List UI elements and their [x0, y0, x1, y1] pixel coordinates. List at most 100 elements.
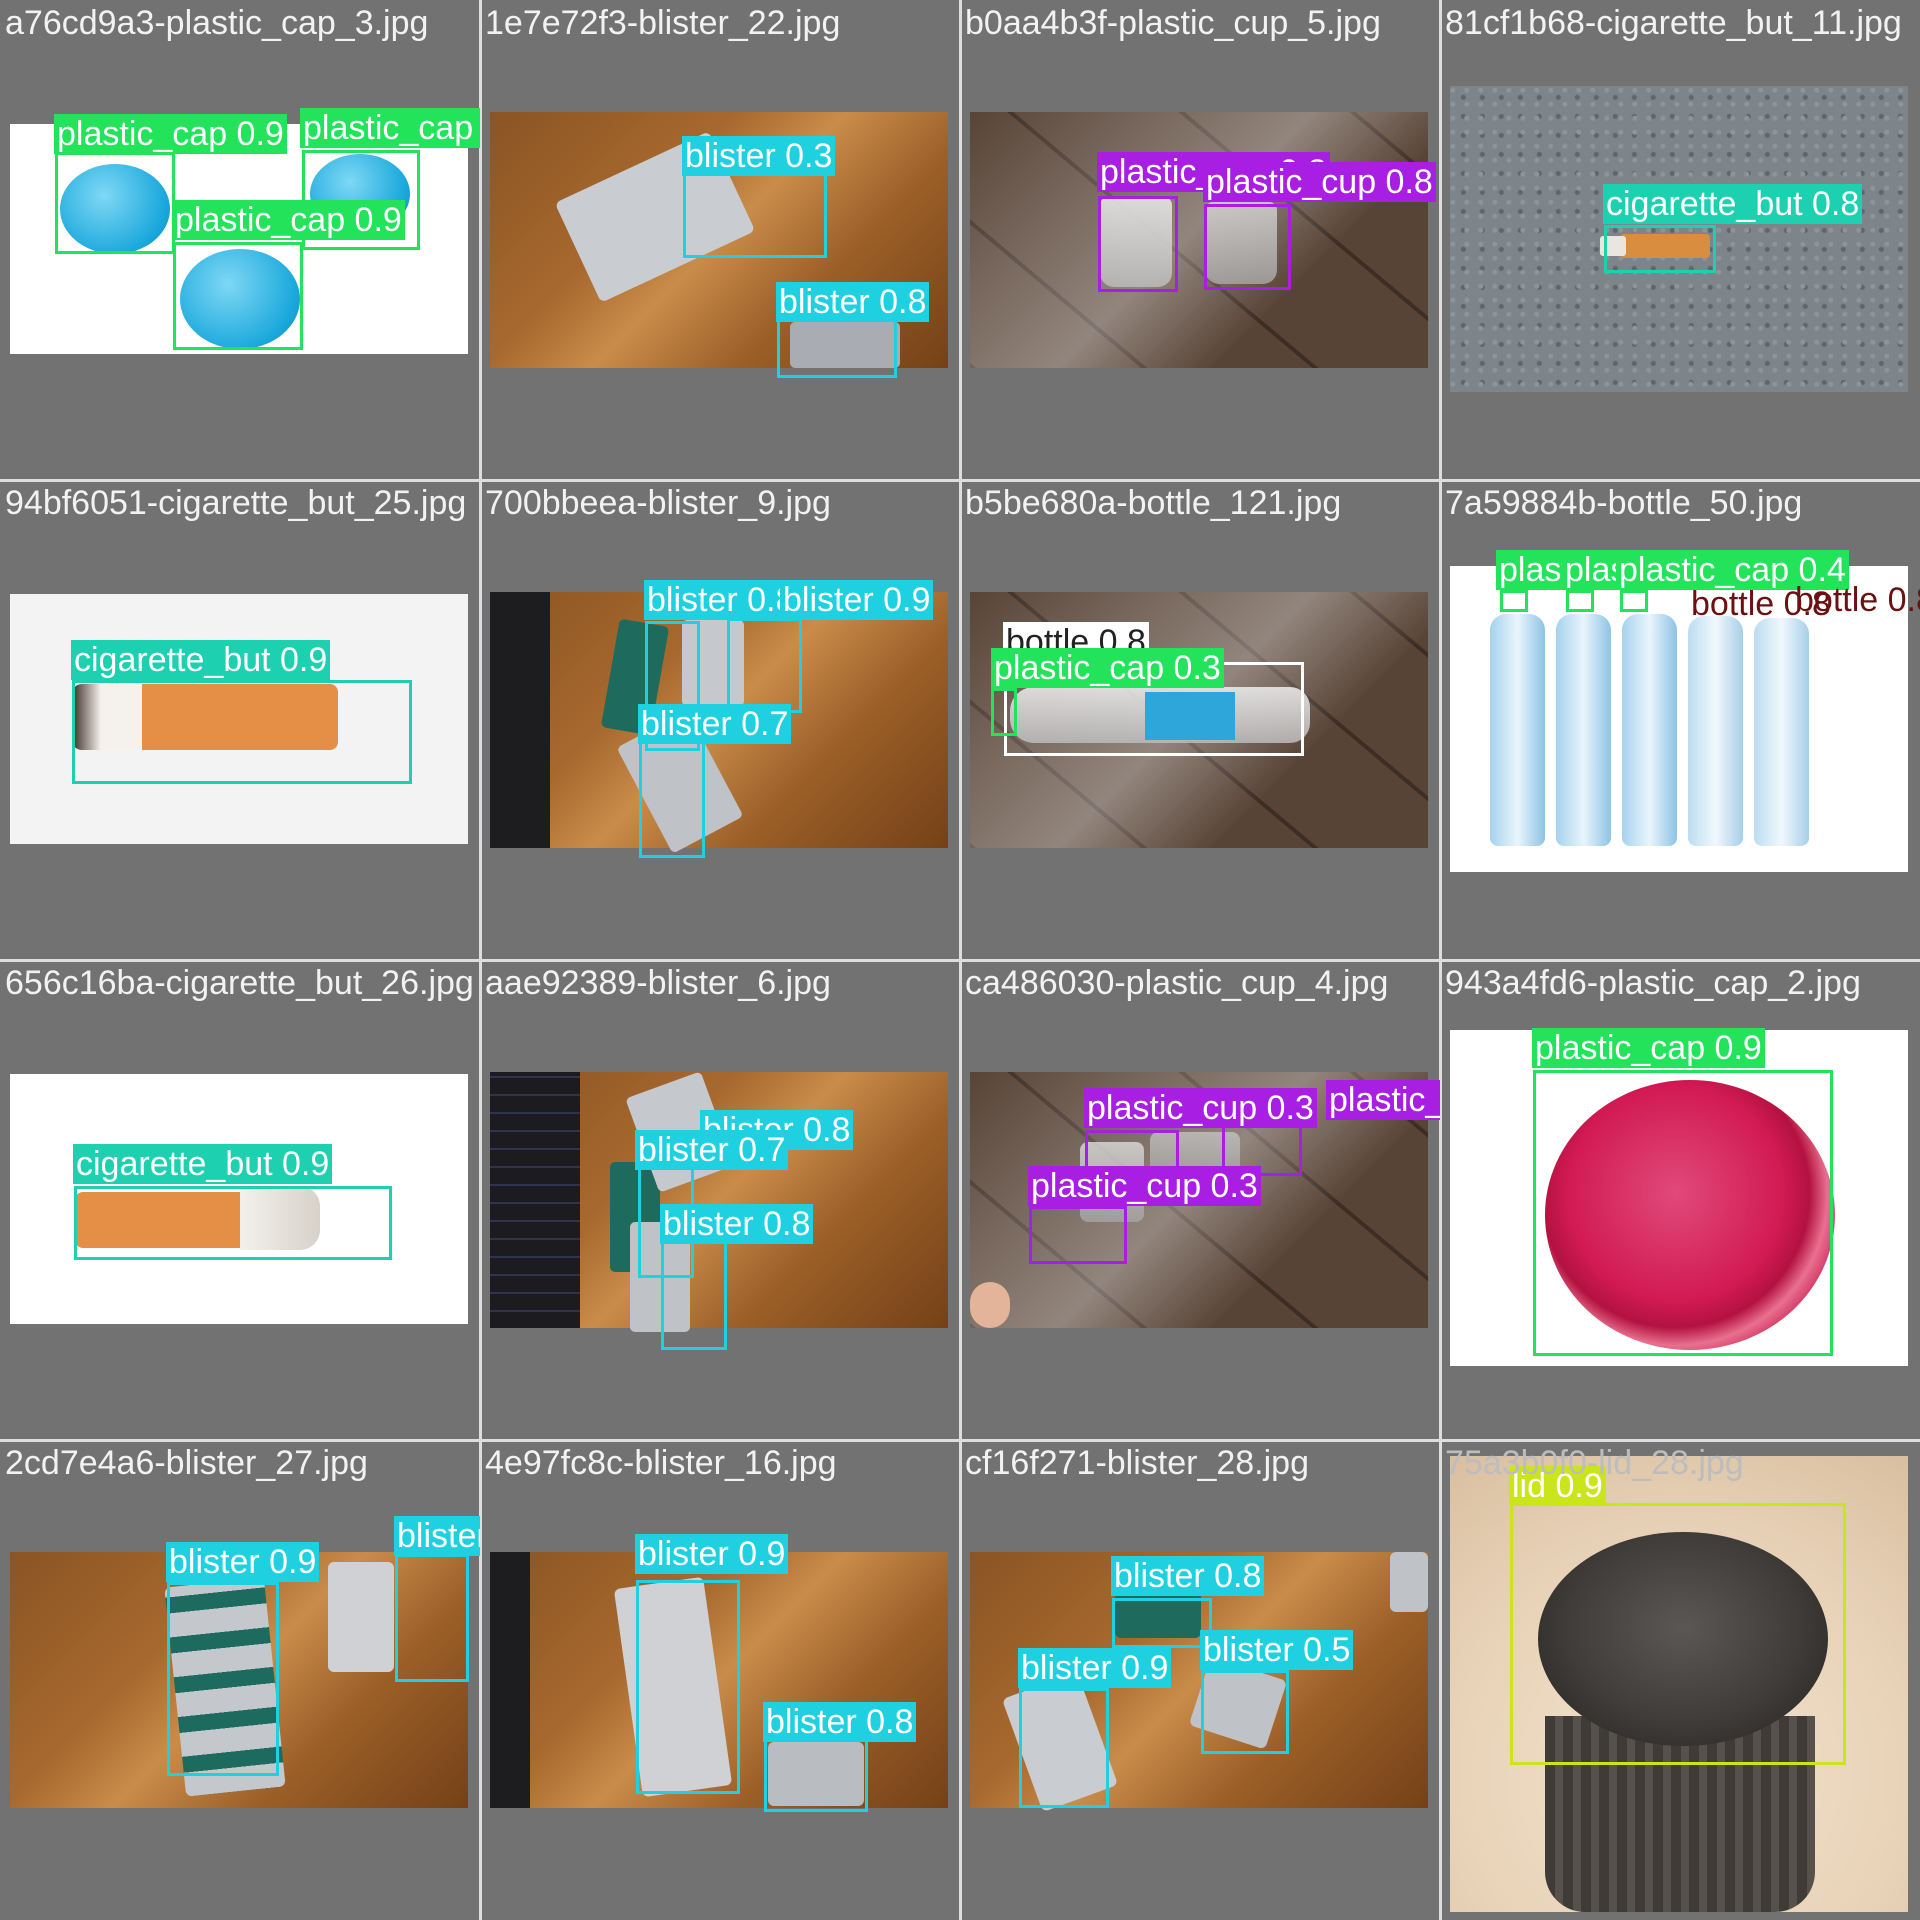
tile-plastic-cap-3: a76cd9a3-plastic_cap_3.jpg plastic_cap 0… — [0, 0, 480, 480]
tile-photo — [970, 112, 1428, 368]
bbox-blister — [1019, 1688, 1109, 1808]
bbox-label: plastic_cap 0.9 — [1532, 1028, 1765, 1068]
tile-filename: 943a4fd6-plastic_cap_2.jpg — [1445, 964, 1861, 1002]
bbox-label: plastic_cup 0.8 — [1203, 162, 1436, 202]
keyboard-shape — [490, 1072, 580, 1328]
bbox-blister — [639, 740, 705, 858]
tile-bottle-50: 7a59884b-bottle_50.jpg plastic_cap plast… — [1440, 480, 1920, 960]
bbox-label: blister 0.5 — [1200, 1630, 1354, 1670]
tile-plastic-cup-5: b0aa4b3f-plastic_cup_5.jpg plastic_cup 0… — [960, 0, 1440, 480]
tile-blister-28: cf16f271-blister_28.jpg blister 0.8 blis… — [960, 1440, 1440, 1920]
tile-filename: cf16f271-blister_28.jpg — [965, 1444, 1310, 1482]
bbox-label: blister 0.9 — [780, 580, 934, 620]
tile-blister-22: 1e7e72f3-blister_22.jpg blister 0.3 blis… — [480, 0, 960, 480]
bbox-label: plastic_cup 0.5 — [1326, 1080, 1440, 1120]
bbox-blister — [661, 1240, 727, 1350]
bbox-plastic-cap — [55, 152, 175, 254]
bbox-label: blister 0.7 — [635, 1130, 789, 1170]
bbox-cigarette-but — [74, 1186, 392, 1260]
tile-blister-27: 2cd7e4a6-blister_27.jpg blister 0.9 blis… — [0, 1440, 480, 1920]
bbox-label: plastic_cap 0.3 — [991, 648, 1224, 688]
bbox-plastic-cap — [1566, 590, 1594, 612]
tile-filename: 656c16ba-cigarette_but_26.jpg — [5, 964, 474, 1002]
bbox-label: bottle 0.8 — [1795, 581, 1920, 619]
bbox-plastic-cap — [1500, 590, 1528, 612]
bbox-label: blister 0.8 — [660, 1204, 814, 1244]
tile-filename: 75a3b0f0-lid_28.jpg — [1445, 1444, 1744, 1482]
water-bottle-shape — [1622, 614, 1677, 846]
bbox-blister — [683, 172, 827, 258]
tile-filename: 94bf6051-cigarette_but_25.jpg — [5, 484, 467, 522]
grid-divider — [0, 1439, 1920, 1442]
bbox-label: plastic_cup 0.3 — [1084, 1088, 1317, 1128]
blister-pack-shape — [328, 1562, 394, 1672]
bbox-label: cigarette_but 0.9 — [71, 640, 331, 680]
keyboard-edge-shape — [490, 592, 550, 848]
tile-filename: 1e7e72f3-blister_22.jpg — [485, 4, 841, 42]
bbox-label: plastic_cap 0.9 — [54, 114, 287, 154]
bbox-blister — [1201, 1670, 1289, 1754]
bbox-label: plastic_cap 0.9 — [172, 200, 405, 240]
bbox-label: plastic_cup 0.3 — [1028, 1166, 1261, 1206]
bbox-label: cigarette_but 0.8 — [1603, 184, 1863, 224]
bbox-blister — [167, 1582, 279, 1776]
bbox-blister — [636, 1580, 740, 1794]
grid-divider — [0, 959, 1920, 962]
bbox-label: blister 0.3 — [682, 136, 836, 176]
tile-lid-28: 75a3b0f0-lid_28.jpg lid 0.9 — [1440, 1440, 1920, 1920]
bbox-plastic-cup — [1098, 196, 1178, 292]
bbox-blister — [727, 618, 802, 713]
keyboard-edge-shape — [490, 1552, 530, 1808]
water-bottle-shape — [1688, 616, 1743, 846]
bbox-lid — [1510, 1503, 1846, 1765]
water-bottle-shape — [1556, 614, 1611, 846]
tile-plastic-cap-2: 943a4fd6-plastic_cap_2.jpg plastic_cap 0… — [1440, 960, 1920, 1440]
bbox-plastic-cap — [1533, 1070, 1833, 1356]
bbox-label: blister 0.8 — [1111, 1556, 1265, 1596]
tile-filename: 81cf1b68-cigarette_but_11.jpg — [1445, 4, 1902, 42]
bbox-plastic-cup — [1204, 204, 1291, 290]
bbox-label: blister 0.9 — [394, 1516, 480, 1556]
bbox-label: blister 0.8 — [763, 1702, 917, 1742]
bbox-label: blister 0.9 — [1018, 1648, 1172, 1688]
tile-filename: 4e97fc8c-blister_16.jpg — [485, 1444, 837, 1482]
hand-shape — [970, 1282, 1010, 1328]
bbox-label: blister 0.8 — [644, 580, 798, 620]
tile-filename: b5be680a-bottle_121.jpg — [965, 484, 1342, 522]
bbox-plastic-cap — [991, 688, 1017, 736]
tile-filename: aae92389-blister_6.jpg — [485, 964, 831, 1002]
tile-filename: b0aa4b3f-plastic_cup_5.jpg — [965, 4, 1381, 42]
bbox-label: blister 0.7 — [638, 704, 792, 744]
bbox-cigarette-but — [1604, 225, 1716, 273]
bbox-plastic-cap — [1620, 590, 1648, 612]
bbox-blister — [1112, 1598, 1212, 1648]
bbox-blister — [777, 316, 897, 378]
bbox-blister — [764, 1738, 868, 1812]
bbox-cigarette-but — [72, 680, 412, 784]
grid-divider — [0, 479, 1920, 482]
bbox-label: cigarette_but 0.9 — [73, 1144, 333, 1184]
bbox-plastic-cup — [1029, 1206, 1127, 1264]
bbox-blister — [395, 1554, 469, 1682]
tile-blister-9: 700bbeea-blister_9.jpg blister 0.8 blist… — [480, 480, 960, 960]
blister-pack-shape — [1390, 1552, 1428, 1612]
water-bottle-shape — [1754, 618, 1809, 846]
tile-filename: 2cd7e4a6-blister_27.jpg — [5, 1444, 368, 1482]
tile-plastic-cup-4: ca486030-plastic_cup_4.jpg plastic_cup 0… — [960, 960, 1440, 1440]
tile-filename: 700bbeea-blister_9.jpg — [485, 484, 831, 522]
bbox-label: plastic_cap 0.9 — [300, 108, 480, 148]
tile-cigarette-but-11: 81cf1b68-cigarette_but_11.jpg cigarette_… — [1440, 0, 1920, 480]
bbox-label: blister 0.9 — [635, 1534, 789, 1574]
tile-blister-6: aae92389-blister_6.jpg blister 0.8 blist… — [480, 960, 960, 1440]
bbox-label: blister 0.9 — [166, 1542, 320, 1582]
detection-grid: a76cd9a3-plastic_cap_3.jpg plastic_cap 0… — [0, 0, 1920, 1920]
tile-cigarette-but-25: 94bf6051-cigarette_but_25.jpg cigarette_… — [0, 480, 480, 960]
tile-cigarette-but-26: 656c16ba-cigarette_but_26.jpg cigarette_… — [0, 960, 480, 1440]
tile-filename: 7a59884b-bottle_50.jpg — [1445, 484, 1803, 522]
water-bottle-shape — [1490, 614, 1545, 846]
tile-filename: ca486030-plastic_cup_4.jpg — [965, 964, 1389, 1002]
tile-blister-16: 4e97fc8c-blister_16.jpg blister 0.9 blis… — [480, 1440, 960, 1920]
bbox-label: blister 0.8 — [776, 282, 930, 322]
tile-bottle-121: b5be680a-bottle_121.jpg bottle 0.8 plast… — [960, 480, 1440, 960]
tile-filename: a76cd9a3-plastic_cap_3.jpg — [5, 4, 429, 42]
